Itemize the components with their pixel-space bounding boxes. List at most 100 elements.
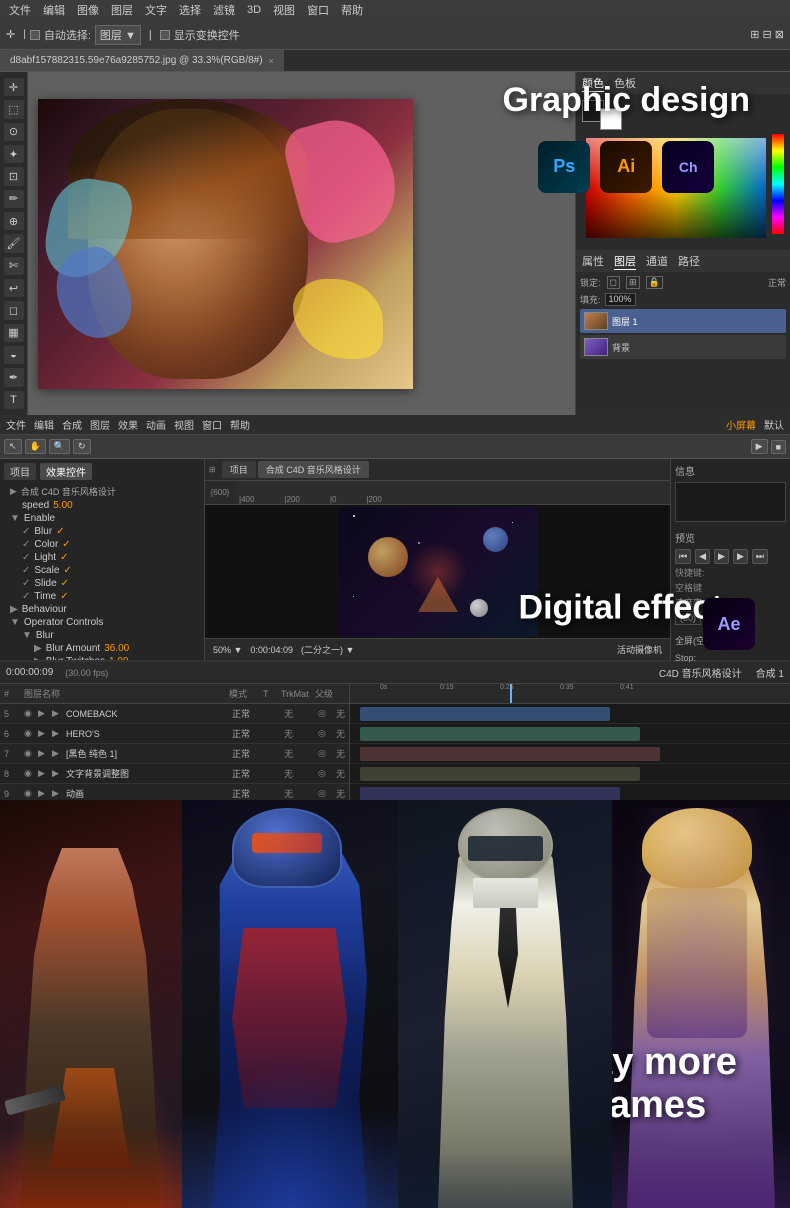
ae-layer-8[interactable]: 8 ◉ ▶ ▶ 文字背景调整图 正常 无 ◎ 无 (0, 764, 349, 784)
ae-panel-tabs[interactable]: 项目 效果控件 (4, 463, 200, 480)
background-color[interactable] (600, 108, 622, 130)
ae-l7-parent[interactable]: 无 (336, 747, 345, 760)
ps-swatch-tab[interactable]: 色板 (614, 75, 636, 91)
gradient-tool[interactable]: ▦ (4, 324, 24, 342)
ae-l9-mat[interactable]: 无 (284, 787, 314, 800)
ae-l6-mode[interactable]: 正常 (232, 727, 262, 740)
ae-l8-solo[interactable]: ▶ (52, 768, 62, 779)
ae-l5-lock[interactable]: ▶ (38, 708, 48, 719)
ae-l7-mode[interactable]: 正常 (232, 747, 262, 760)
lasso-tool[interactable]: ⊙ (4, 123, 24, 141)
ae-l5-eye[interactable]: ◉ (24, 708, 34, 719)
healing-tool[interactable]: ⊕ (4, 212, 24, 230)
ae-l8-parent[interactable]: 无 (336, 767, 345, 780)
ps-menu-layer[interactable]: 图层 (106, 1, 138, 19)
ae-menu-view[interactable]: 视图 (174, 417, 194, 432)
ae-l6-solo[interactable]: ▶ (52, 728, 62, 739)
ps-menu-type[interactable]: 文字 (140, 1, 172, 19)
ps-layer-row-2[interactable]: 背景 (580, 335, 786, 359)
type-tool[interactable]: T (4, 391, 24, 409)
ae-menu-layer[interactable]: 图层 (90, 417, 110, 432)
ae-menu-comp[interactable]: 合成 (62, 417, 82, 432)
crop-tool[interactable]: ⊡ (4, 167, 24, 185)
ae-playback-row[interactable]: ⏮ ◀ ▶ ▶ ⏭ (675, 549, 786, 564)
ae-comp-tabs[interactable]: ⊞ 项目 合成 C4D 音乐风格设计 (205, 459, 670, 481)
ps-fill-value[interactable]: 100% (605, 293, 636, 306)
ae-l7-eye[interactable]: ◉ (24, 748, 34, 759)
move-tool[interactable]: ✛ (4, 78, 24, 96)
ae-menu-help[interactable]: 帮助 (230, 417, 250, 432)
ae-menu-animation[interactable]: 动画 (146, 417, 166, 432)
ps-menu-help[interactable]: 帮助 (336, 1, 368, 19)
history-brush-tool[interactable]: ↩ (4, 279, 24, 297)
ae-l9-solo[interactable]: ▶ (52, 788, 62, 799)
ps-menu-view[interactable]: 视图 (268, 1, 300, 19)
ae-fps-display[interactable]: (30) (675, 611, 701, 625)
ae-layer-9[interactable]: 9 ◉ ▶ ▶ 动画 正常 无 ◎ 无 (0, 784, 349, 800)
ae-l7-solo[interactable]: ▶ (52, 748, 62, 759)
ae-project-tab[interactable]: 项目 (4, 463, 36, 480)
ae-l8-mode[interactable]: 正常 (232, 767, 262, 780)
ae-speed-value[interactable]: 5.00 (53, 500, 72, 511)
ps-color-tab[interactable]: 颜色 (582, 75, 604, 92)
ae-l6-parent[interactable]: 无 (336, 727, 345, 740)
magic-wand-tool[interactable]: ✦ (4, 145, 24, 163)
ae-zoom-level[interactable]: 50% ▼ (213, 645, 242, 655)
ae-select-tool[interactable]: ↖ (4, 439, 22, 454)
ae-menu-edit[interactable]: 编辑 (34, 417, 54, 432)
auto-select-checkbox[interactable] (30, 30, 40, 40)
ps-lock-fill[interactable]: ⊞ (626, 276, 640, 289)
ps-lock-all[interactable]: 🔒 (646, 276, 663, 289)
ae-l9-parent[interactable]: 无 (336, 787, 345, 800)
ps-menu-filter[interactable]: 滤镜 (208, 1, 240, 19)
ae-l5-parent[interactable]: 无 (336, 707, 345, 720)
ae-menubar[interactable]: 文件 编辑 合成 图层 效果 动画 视图 窗口 帮助 小屏幕 默认 (0, 415, 790, 435)
arrange-controls[interactable]: ⊞ ⊟ ⊠ (750, 28, 784, 41)
ae-zoom-tool[interactable]: 🔍 (49, 439, 70, 454)
ae-comp-tab-2[interactable]: 合成 C4D 音乐风格设计 (258, 461, 369, 478)
transform-checkbox[interactable] (160, 30, 170, 40)
ae-menu-file[interactable]: 文件 (6, 417, 26, 432)
ae-stop-btn[interactable]: ■ (771, 440, 786, 454)
ps-menu-edit[interactable]: 编辑 (38, 1, 70, 19)
brush-tool[interactable]: 🖌 (4, 234, 24, 252)
ae-l7-mat[interactable]: 无 (284, 747, 314, 760)
ps-menubar[interactable]: 文件 编辑 图像 图层 文字 选择 滤镜 3D 视图 窗口 帮助 (0, 0, 790, 20)
ps-menu-3d[interactable]: 3D (242, 3, 266, 17)
ps-color-spectrum[interactable] (586, 138, 766, 238)
ps-paths-tab[interactable]: 路径 (678, 253, 700, 269)
ps-layers-tab[interactable]: 图层 (614, 253, 636, 270)
pen-tool[interactable]: ✒ (4, 368, 24, 386)
ae-effects-tab[interactable]: 效果控件 (40, 463, 92, 480)
ae-l5-solo[interactable]: ▶ (52, 708, 62, 719)
ps-hue-slider[interactable] (772, 134, 784, 234)
ae-play-btn[interactable]: ▶ (714, 549, 729, 564)
ae-l6-mat[interactable]: 无 (284, 727, 314, 740)
ae-last-frame-btn[interactable]: ⏭ (752, 549, 768, 564)
ae-l9-eye[interactable]: ◉ (24, 788, 34, 799)
ae-menu-window[interactable]: 窗口 (202, 417, 222, 432)
ae-l5-mode[interactable]: 正常 (232, 707, 262, 720)
ae-l9-mode[interactable]: 正常 (232, 787, 262, 800)
eyedropper-tool[interactable]: ✏ (4, 190, 24, 208)
ae-next-frame-btn[interactable]: ▶ (733, 549, 748, 564)
ps-layer-row-1[interactable]: 图层 1 (580, 309, 786, 333)
ps-layers-tabs[interactable]: 属性 图层 通道 路径 (576, 250, 790, 272)
ae-l8-eye[interactable]: ◉ (24, 768, 34, 779)
ae-playback-btn[interactable]: ▶ (751, 439, 768, 454)
ps-channels-tab[interactable]: 通道 (646, 253, 668, 269)
ps-menu-select[interactable]: 选择 (174, 1, 206, 19)
ae-blur-amount-val[interactable]: 36.00 (104, 643, 129, 654)
clone-tool[interactable]: ✄ (4, 257, 24, 275)
ps-document-tab[interactable]: d8abf157882315.59e76a9285752.jpg @ 33.3%… (0, 50, 284, 71)
ae-l5-mat[interactable]: 无 (284, 707, 314, 720)
ps-color-picker-area[interactable] (582, 100, 784, 242)
ae-layer-6[interactable]: 6 ◉ ▶ ▶ HERO'S 正常 无 ◎ 无 (0, 724, 349, 744)
ae-preview-controls[interactable]: 50% ▼ 0:00:04:09 (二分之一) ▼ 活动摄像机 (205, 638, 670, 660)
ae-rotate-tool[interactable]: ↻ (73, 439, 91, 454)
ae-l7-lock[interactable]: ▶ (38, 748, 48, 759)
ae-prev-frame-btn[interactable]: ◀ (695, 549, 710, 564)
ps-menu-window[interactable]: 窗口 (302, 1, 334, 19)
ae-menu-effect[interactable]: 效果 (118, 417, 138, 432)
auto-select-dropdown[interactable]: 图层 ▼ (95, 25, 141, 45)
